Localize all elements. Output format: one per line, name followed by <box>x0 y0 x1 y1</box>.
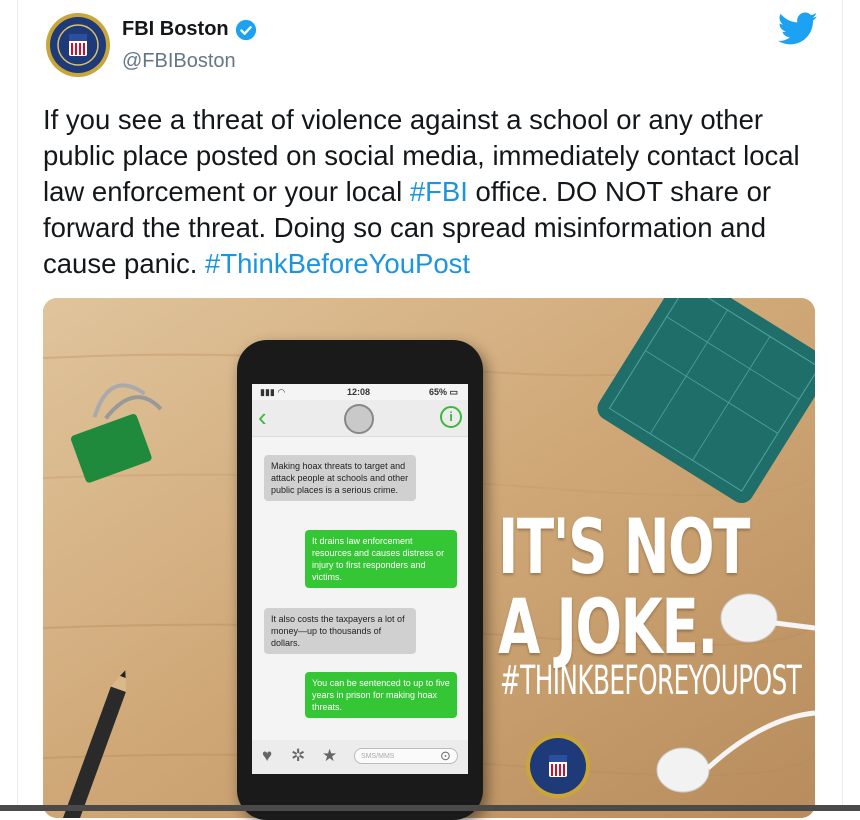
account-name[interactable]: FBI Boston <box>122 18 257 41</box>
fbi-seal-icon[interactable] <box>45 12 111 78</box>
info-icon: i <box>440 406 462 428</box>
verified-badge-icon <box>235 19 256 40</box>
message-bubble-1: Making hoax threats to target and attack… <box>264 455 416 501</box>
hashtag-fbi-link[interactable]: #FBI <box>410 176 468 207</box>
hashtag-thinkbeforeyoupost-link[interactable]: #ThinkBeforeYouPost <box>205 248 470 279</box>
heart-icon: ♥ <box>262 746 273 765</box>
account-handle[interactable]: @FBIBoston <box>122 50 236 73</box>
phone-time: 12:08 <box>347 387 371 397</box>
message-bubble-4: You can be sentenced to up to five years… <box>305 672 457 718</box>
bottom-edge <box>0 805 860 811</box>
twitter-bird-icon[interactable] <box>778 12 818 46</box>
image-hashtag: #THINKBEFOREYOUPOST <box>500 658 802 704</box>
headline-line1: IT'S NOT <box>498 502 750 591</box>
signal-icon: ▮▮▮ ◠ <box>260 387 286 397</box>
fbi-seal-icon <box>526 734 590 798</box>
battery-percent: 65% <box>428 387 447 397</box>
send-icon: ⊙ <box>440 748 451 763</box>
account-name-text[interactable]: FBI Boston <box>122 18 229 41</box>
phone-status-bar: ▮▮▮ ◠ 12:08 65% ▭ <box>252 384 468 400</box>
contact-avatar-icon <box>344 404 374 434</box>
star-icon: ★ <box>322 746 338 765</box>
phone-battery: 65% ▭ <box>428 387 458 397</box>
tweet-text: If you see a threat of violence against … <box>43 102 823 282</box>
gear-icon: ✲ <box>291 746 306 765</box>
message-bubble-3: It also costs the taxpayers a lot of mon… <box>264 608 416 654</box>
message-bubble-2: It drains law enforcement resources and … <box>305 530 457 588</box>
back-chevron-icon: ‹ <box>258 402 267 432</box>
